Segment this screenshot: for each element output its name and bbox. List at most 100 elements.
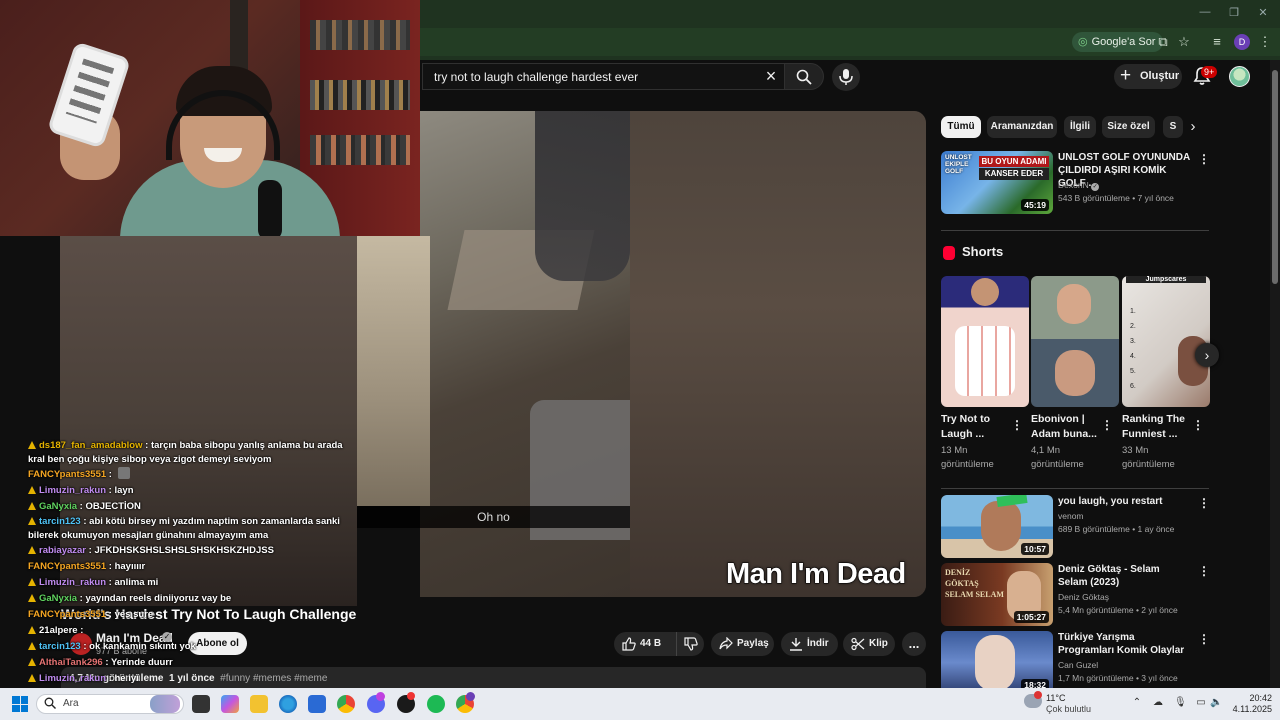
share-arrow-icon — [719, 637, 733, 650]
chat-text: : — [106, 469, 115, 480]
filter-chip[interactable]: S — [1163, 116, 1183, 138]
video-thumbnail[interactable]: DENİZ GÖKTAŞ SELAM SELAM 1:05:27 — [941, 563, 1053, 626]
filter-chip[interactable]: Tümü — [941, 116, 981, 138]
chevron-up-icon[interactable]: ⌃ — [1131, 697, 1143, 709]
chat-text: : Yerinde duurr — [102, 657, 173, 668]
windows-start-icon[interactable] — [12, 696, 28, 712]
spotify-icon[interactable] — [427, 695, 445, 713]
search-button[interactable] — [784, 63, 824, 90]
video-scene-person — [535, 111, 630, 281]
chat-text: : anlima mi — [106, 577, 159, 588]
task-view-icon[interactable] — [192, 695, 210, 713]
short-views: 4,1 Mn görüntüleme — [1031, 445, 1084, 470]
chat-badge-icon — [28, 441, 36, 449]
chat-message: Limuzin_rakun : layn — [28, 483, 358, 499]
chat-message: ds187_fan_amadablow : tarçın baba sibopu… — [28, 439, 358, 467]
chat-text: : — [77, 625, 84, 636]
share-label: Paylaş — [737, 638, 769, 649]
more-options-icon[interactable]: ⋮ — [1192, 418, 1204, 432]
video-thumbnail[interactable]: UNLOST EKIPLE GOLF BU OYUN ADAMI KANSER … — [941, 151, 1053, 214]
scissors-icon — [851, 637, 865, 651]
short-thumbnail[interactable]: Jumpscares 1. 2. 3. 4. 5. 6. — [1122, 276, 1210, 407]
thumbnail-caption: BU OYUN ADAMI KANSER EDER — [979, 156, 1049, 180]
clip-button[interactable]: Klip — [843, 632, 895, 656]
minimize-icon[interactable]: — — [1198, 6, 1212, 20]
store-icon[interactable] — [308, 695, 326, 713]
recommended-channel-name[interactable]: Deniz Göktaş — [1058, 592, 1109, 602]
thumbnail-figure — [975, 635, 1015, 691]
chat-username: Limuzin_rakun — [39, 673, 107, 684]
more-options-icon[interactable]: ⋮ — [1198, 564, 1210, 578]
display-icon[interactable]: ▭ — [1195, 697, 1207, 709]
volume-icon[interactable]: 🔈 — [1210, 697, 1222, 709]
recommended-video-title[interactable]: Deniz Göktaş - Selam Selam (2023) — [1058, 563, 1190, 589]
short-thumbnail[interactable] — [941, 276, 1029, 407]
taskbar-search-placeholder: Ara — [63, 698, 79, 709]
scrollbar-thumb[interactable] — [1272, 70, 1278, 284]
chat-message: tarcin123 : ok kankamin sıkıntı yok — [28, 639, 358, 655]
short-title[interactable]: Ranking The Funniest ... — [1122, 412, 1192, 442]
recommended-video-title[interactable]: you laugh, you restart — [1058, 495, 1190, 508]
chrome-icon[interactable] — [337, 695, 355, 713]
chevron-right-icon[interactable]: › — [1184, 118, 1202, 136]
more-options-icon[interactable]: ⋮ — [1101, 418, 1113, 432]
discord-badge-icon — [376, 692, 385, 701]
more-options-icon[interactable]: ⋮ — [1198, 152, 1210, 166]
filter-chip[interactable]: İlgili — [1064, 116, 1096, 138]
more-options-icon[interactable]: ⋮ — [1011, 418, 1023, 432]
close-window-icon[interactable]: ✕ — [1256, 6, 1270, 20]
recommended-channel-name[interactable]: Can Guzel — [1058, 660, 1098, 670]
maximize-icon[interactable]: ❐ — [1227, 6, 1241, 20]
more-options-icon[interactable]: ⋮ — [1198, 632, 1210, 646]
shorts-next-arrow-icon[interactable]: › — [1195, 343, 1219, 367]
download-button[interactable]: İndir — [781, 632, 838, 656]
browser-profile-avatar[interactable]: D — [1234, 34, 1250, 50]
filter-chip[interactable]: Size özel — [1102, 116, 1155, 138]
video-thumbnail[interactable]: 10:57 — [941, 495, 1053, 558]
chat-username: 21alpere — [39, 625, 78, 636]
chat-badge-icon — [28, 658, 36, 666]
video-thumbnail[interactable]: 18:32 — [941, 631, 1053, 694]
short-title[interactable]: Ebonivon | Adam buna... — [1031, 412, 1101, 442]
chat-message: tarcin123 : abi kötü birsey mi yazdım na… — [28, 515, 358, 543]
chat-username: tarcin123 — [39, 641, 81, 652]
short-thumbnail-ranking-list: 1. 2. 3. 4. 5. 6. — [1130, 308, 1136, 390]
file-explorer-icon[interactable] — [250, 695, 268, 713]
reading-list-icon[interactable]: ≡ — [1209, 34, 1225, 50]
chat-message: rabiayazar : JFKDHSKSHSLSHSLSHSKHSKZHDJS… — [28, 543, 358, 559]
video-burned-caption: Man I'm Dead — [726, 558, 907, 591]
chat-username: tarcin123 — [39, 516, 81, 527]
voice-search-button[interactable] — [832, 63, 860, 91]
dislike-button[interactable] — [676, 632, 704, 656]
short-title[interactable]: Try Not to Laugh ... — [941, 412, 1011, 442]
recommended-video-title[interactable]: Türkiye Yarışma Programları Komik Olayla… — [1058, 631, 1190, 657]
bookmark-star-icon[interactable]: ☆ — [1176, 34, 1192, 50]
short-thumbnail-face — [971, 278, 999, 306]
short-thumbnail[interactable] — [1031, 276, 1119, 407]
browser-menu-icon[interactable]: ⋮ — [1257, 34, 1273, 50]
edge-icon[interactable] — [279, 695, 297, 713]
cast-icon[interactable]: ⧉ — [1155, 34, 1171, 50]
thumbnail-caption: DENİZ GÖKTAŞ SELAM SELAM — [945, 568, 1004, 599]
like-button[interactable]: 44 B — [614, 632, 676, 656]
chat-username: Limuzin_rakun — [39, 485, 107, 496]
recommended-channel-name[interactable]: DexonN ✓ — [1058, 180, 1100, 191]
more-actions-button[interactable]: ... — [902, 632, 926, 656]
chat-message: 21alpere : — [28, 623, 358, 639]
clear-search-icon[interactable]: × — [762, 66, 780, 86]
recommended-channel-name[interactable]: venom — [1058, 511, 1084, 521]
chat-emote-icon — [117, 467, 130, 479]
thumbs-down-icon — [684, 637, 698, 651]
account-avatar[interactable] — [1229, 66, 1250, 87]
filter-chip[interactable]: Aramanızdan — [987, 116, 1057, 138]
cloud-sync-icon[interactable]: ☁ — [1152, 697, 1164, 709]
share-button[interactable]: Paylaş — [711, 632, 774, 656]
search-input[interactable] — [434, 68, 754, 86]
ask-google-label: Google'a Sor — [1091, 36, 1156, 48]
copilot-icon[interactable] — [221, 695, 239, 713]
ask-google-button[interactable]: ◎ Google'a Sor — [1072, 32, 1164, 52]
weather-alert-icon — [1034, 691, 1042, 699]
chrome-profile-badge-icon — [466, 692, 475, 701]
microphone-icon[interactable]: 🎙 — [1174, 697, 1187, 709]
more-options-icon[interactable]: ⋮ — [1198, 496, 1210, 510]
